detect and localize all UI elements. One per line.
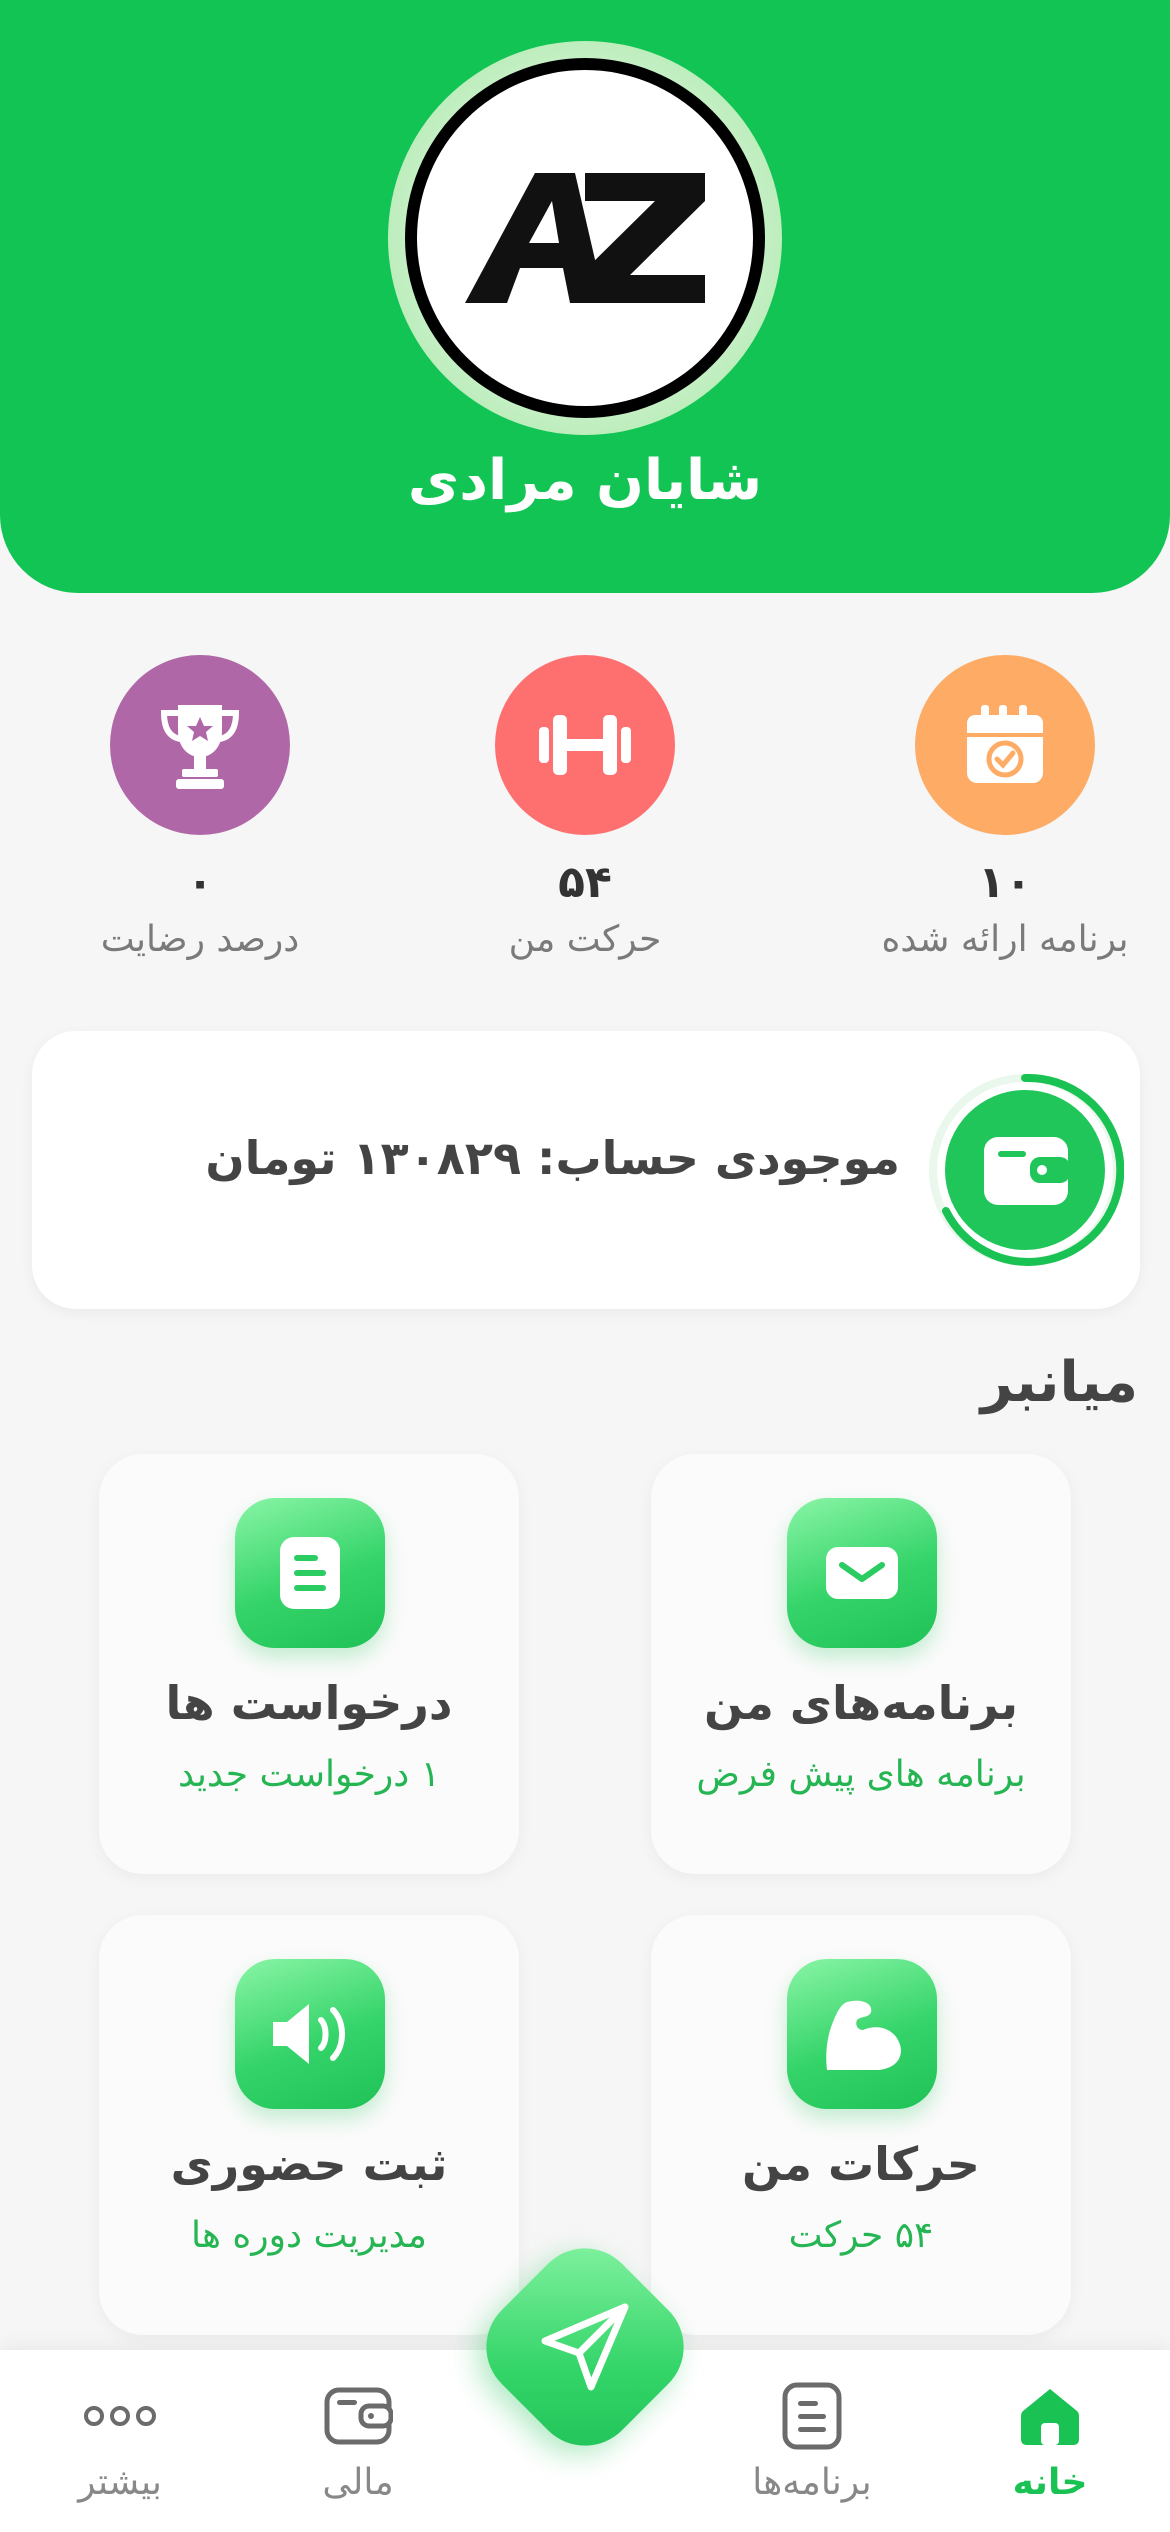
- stat-programs-offered[interactable]: ۱۰ برنامه ارائه شده: [840, 655, 1170, 960]
- more-dots-icon: [20, 2378, 220, 2454]
- nav-label: مالی: [322, 2462, 394, 2503]
- nav-finance[interactable]: مالی: [258, 2378, 458, 2503]
- send-icon[interactable]: [500, 2262, 670, 2432]
- balance-card[interactable]: موجودی حساب: ۱۳۰۸۲۹ تومان: [32, 1031, 1140, 1309]
- stat-my-exercises[interactable]: ۵۴ حرکت من: [420, 655, 750, 960]
- shortcut-subtitle: ۱ درخواست جدید: [177, 1754, 441, 1795]
- profile-name: شایان مرادی: [407, 448, 763, 513]
- brand-logo: [417, 70, 753, 406]
- nav-more[interactable]: بیشتر: [20, 2378, 220, 2503]
- shortcut-subtitle: ۵۴ حرکت: [788, 2215, 934, 2256]
- nav-home[interactable]: خانه: [950, 2378, 1150, 2503]
- shortcut-my-exercises[interactable]: حرکات من ۵۴ حرکت: [651, 1915, 1071, 2335]
- calendar-check-icon: [915, 655, 1095, 835]
- stat-label: حرکت من: [508, 919, 662, 960]
- home-icon: [950, 2378, 1150, 2454]
- shortcut-my-programs[interactable]: برنامه‌های من برنامه های پیش فرض: [651, 1454, 1071, 1874]
- account-balance: موجودی حساب: ۱۳۰۸۲۹ تومان: [205, 1131, 900, 1185]
- shortcut-subtitle: مدیریت دوره ها: [191, 2215, 427, 2256]
- mail-icon: [787, 1498, 937, 1648]
- shortcuts-title: میانبر: [980, 1350, 1138, 1415]
- shortcut-requests[interactable]: درخواست ها ۱ درخواست جدید: [99, 1454, 519, 1874]
- stat-value: ۰: [186, 857, 214, 908]
- arm-muscle-icon: [787, 1959, 937, 2109]
- speaker-icon: [235, 1959, 385, 2109]
- document-icon: [235, 1498, 385, 1648]
- nav-programs[interactable]: برنامه‌ها: [712, 2378, 912, 2503]
- trophy-icon: [110, 655, 290, 835]
- shortcut-attendance[interactable]: ثبت حضوری مدیریت دوره ها: [99, 1915, 519, 2335]
- shortcut-title: ثبت حضوری: [170, 2137, 448, 2191]
- shortcut-title: برنامه‌های من: [703, 1676, 1019, 1730]
- document-icon: [712, 2378, 912, 2454]
- nav-label: خانه: [1012, 2462, 1088, 2503]
- shortcut-title: درخواست ها: [165, 1676, 453, 1730]
- stat-label: برنامه ارائه شده: [881, 919, 1129, 960]
- app-screen: شایان مرادی ۱۰ برنامه ارائه شده ۵۴ حرکت …: [0, 0, 1170, 2532]
- dumbbell-icon: [495, 655, 675, 835]
- stat-label: درصد رضایت: [100, 919, 300, 960]
- shortcut-subtitle: برنامه های پیش فرض: [696, 1754, 1026, 1795]
- shortcut-title: حرکات من: [742, 2137, 980, 2191]
- avatar[interactable]: [388, 41, 782, 435]
- stat-value: ۱۰: [978, 857, 1032, 908]
- profile-header: شایان مرادی: [0, 0, 1170, 593]
- stat-satisfaction[interactable]: ۰ درصد رضایت: [35, 655, 365, 960]
- nav-label: برنامه‌ها: [752, 2462, 872, 2503]
- az-logo-mark: [465, 173, 705, 303]
- wallet-icon: [926, 1071, 1125, 1269]
- nav-label: بیشتر: [78, 2462, 162, 2503]
- avatar-border: [405, 58, 765, 418]
- wallet-icon: [258, 2378, 458, 2454]
- stat-value: ۵۴: [558, 857, 612, 908]
